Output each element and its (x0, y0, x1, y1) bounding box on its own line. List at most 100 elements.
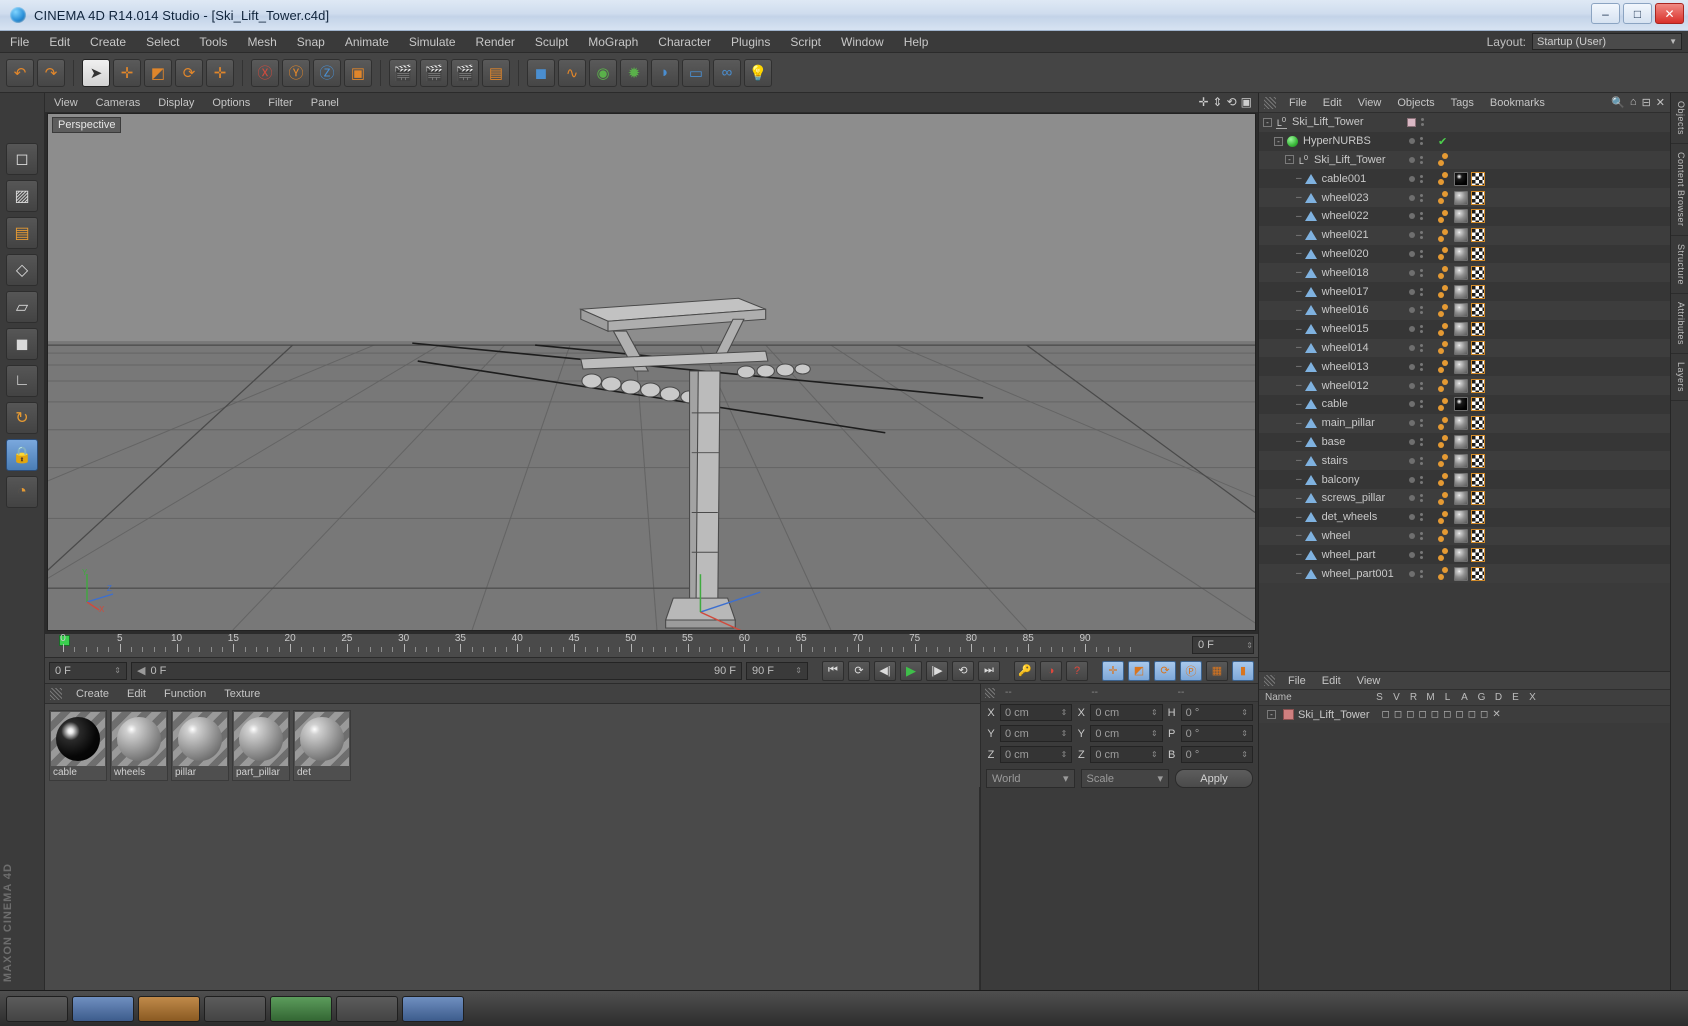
editor-render-dots-icon[interactable] (1419, 231, 1423, 240)
layer-row[interactable]: - Ski_Lift_Tower ◻ ◻ ◻ ◻ ◻ ◻ ◻ ◻ ◻ ✕ (1259, 706, 1670, 723)
current-frame-field[interactable]: 0 F ⇕ (49, 661, 127, 680)
visibility-dot-icon[interactable] (1408, 156, 1415, 163)
stepper-icon[interactable]: ⇕ (114, 666, 121, 675)
material-tag-icon[interactable] (1454, 453, 1468, 468)
spline-button[interactable]: ∿ (558, 58, 586, 87)
menu-item-snap[interactable]: Snap (287, 31, 335, 53)
move-axis-tool[interactable]: ↻ (6, 402, 38, 434)
phong-tag-icon[interactable] (1438, 360, 1448, 374)
visibility-dots-cell[interactable] (1399, 155, 1432, 164)
phong-tag-icon[interactable] (1438, 491, 1448, 505)
visibility-dot-icon[interactable] (1408, 288, 1415, 295)
perspective-viewport[interactable]: Perspective Y Z X (47, 113, 1256, 631)
viewport-menu-panel[interactable]: Panel (302, 93, 348, 113)
phong-tag-icon[interactable] (1438, 379, 1448, 393)
record-rotation-button[interactable]: ⟳ (1154, 660, 1176, 681)
visibility-dot-icon[interactable] (1408, 363, 1415, 370)
object-tags-cell[interactable] (1432, 397, 1670, 412)
phong-tag-icon[interactable] (1438, 303, 1448, 317)
rotation-p-input[interactable]: 0 ° ⇕ (1180, 725, 1253, 742)
visibility-dot-icon[interactable] (1408, 476, 1415, 483)
layer-lock-icon[interactable]: ◻ (1431, 709, 1439, 720)
layer-xref-icon[interactable]: ✕ (1492, 709, 1500, 720)
uvw-tag-icon[interactable] (1471, 303, 1485, 318)
editor-render-dots-icon[interactable] (1419, 419, 1423, 428)
phong-tag-icon[interactable] (1438, 191, 1448, 205)
object-row[interactable]: – wheel013 (1259, 357, 1670, 377)
editor-render-dots-icon[interactable] (1419, 212, 1423, 221)
editor-render-dots-icon[interactable] (1419, 513, 1423, 522)
rotation-h-input[interactable]: 0 ° ⇕ (1180, 704, 1253, 721)
visibility-dots-cell[interactable] (1399, 437, 1432, 446)
record-scale-button[interactable]: ◩ (1128, 660, 1150, 681)
editor-render-dots-icon[interactable] (1419, 362, 1423, 371)
visibility-dots-cell[interactable] (1399, 231, 1432, 240)
uvw-tag-icon[interactable] (1471, 359, 1485, 374)
tab-objects[interactable]: Objects (1671, 93, 1688, 145)
taskbar-item[interactable] (138, 995, 200, 1022)
visibility-dot-icon[interactable] (1408, 495, 1415, 502)
object-name-cell[interactable]: – cable001 (1259, 172, 1399, 185)
object-row[interactable]: – cable (1259, 394, 1670, 414)
uvw-tag-icon[interactable] (1471, 340, 1485, 355)
object-tags-cell[interactable] (1432, 510, 1670, 525)
layer-column-r[interactable]: R (1405, 692, 1422, 703)
object-name-cell[interactable]: – wheel012 (1259, 379, 1399, 392)
tab-content-browser[interactable]: Content Browser (1671, 144, 1688, 236)
object-name-cell[interactable]: – wheel022 (1259, 210, 1399, 223)
phong-tag-icon[interactable] (1438, 172, 1448, 186)
frame-range-slider[interactable]: ◀ 0 F 90 F (131, 661, 742, 680)
material-tag-icon[interactable] (1454, 265, 1468, 280)
material-cell[interactable]: wheels (110, 710, 168, 781)
editor-render-dots-icon[interactable] (1419, 287, 1423, 296)
timeline-ruler[interactable]: 0 5 10 15 20 25 30 35 40 45 50 55 60 65 70 75 80 85 90 0 F… (45, 633, 1258, 657)
home-icon[interactable]: ⌂ (1630, 96, 1637, 109)
object-name-cell[interactable]: – stairs (1259, 454, 1399, 467)
visibility-dot-icon[interactable] (1408, 175, 1415, 182)
visibility-dots-cell[interactable] (1399, 550, 1432, 559)
object-tags-cell[interactable] (1432, 190, 1670, 205)
panel-grip-icon[interactable] (985, 687, 995, 698)
visibility-dots-cell[interactable] (1399, 306, 1432, 315)
render-settings-button[interactable]: 🎬 (451, 58, 479, 87)
visibility-dots-cell[interactable] (1399, 343, 1432, 352)
object-row[interactable]: – wheel015 (1259, 319, 1670, 339)
layer-column-m[interactable]: M (1422, 692, 1439, 703)
lock-z-axis-button[interactable]: Ⓩ (313, 58, 341, 87)
visibility-dot-icon[interactable] (1408, 532, 1415, 539)
phong-tag-icon[interactable] (1438, 209, 1448, 223)
material-cell[interactable]: cable (49, 710, 107, 781)
size-z-input[interactable]: 0 cm ⇕ (1090, 746, 1163, 763)
object-tags-cell[interactable] (1432, 340, 1670, 355)
object-name-cell[interactable]: – wheel015 (1259, 323, 1399, 336)
phong-tag-icon[interactable] (1438, 510, 1448, 524)
uvw-tag-icon[interactable] (1471, 322, 1485, 337)
material-tag-icon[interactable] (1454, 434, 1468, 449)
menu-item-window[interactable]: Window (831, 31, 894, 53)
material-tag-icon[interactable] (1454, 209, 1468, 224)
uvw-tag-icon[interactable] (1471, 547, 1485, 562)
object-menu-bookmarks[interactable]: Bookmarks (1482, 93, 1553, 113)
render-queue-button[interactable]: ▤ (482, 58, 510, 87)
uvw-tag-icon[interactable] (1471, 416, 1485, 431)
layer-column-x[interactable]: X (1524, 692, 1541, 703)
visibility-dots-cell[interactable] (1399, 513, 1432, 522)
phong-tag-icon[interactable] (1438, 473, 1448, 487)
visibility-dots-cell[interactable] (1399, 475, 1432, 484)
collapse-icon[interactable]: ⊟ (1642, 96, 1651, 109)
undo-button[interactable]: ↶ (6, 58, 34, 87)
visibility-dot-icon[interactable] (1408, 250, 1415, 257)
visibility-dot-icon[interactable] (1408, 138, 1415, 145)
uvw-tag-icon[interactable] (1471, 566, 1485, 581)
position-y-input[interactable]: 0 cm ⇕ (1000, 725, 1073, 742)
loop-button[interactable]: ⟳ (848, 660, 870, 681)
visibility-dots-cell[interactable] (1399, 174, 1432, 183)
object-row[interactable]: – wheel018 (1259, 263, 1670, 283)
editor-render-dots-icon[interactable] (1419, 456, 1423, 465)
object-menu-tags[interactable]: Tags (1443, 93, 1482, 113)
model-mode-tool[interactable]: ◻ (6, 143, 38, 175)
layer-expression-icon[interactable]: ◻ (1480, 709, 1488, 720)
viewport-menu-options[interactable]: Options (203, 93, 259, 113)
visibility-dots-cell[interactable] (1399, 212, 1432, 221)
search-icon[interactable]: 🔍 (1611, 96, 1625, 109)
